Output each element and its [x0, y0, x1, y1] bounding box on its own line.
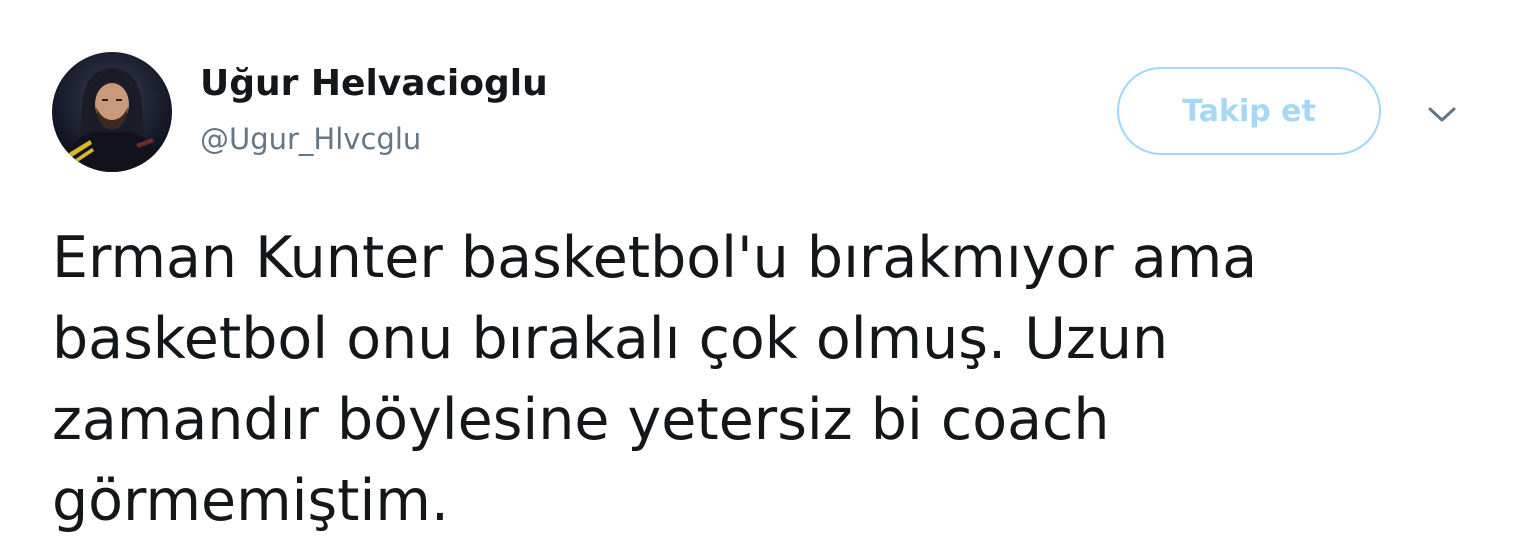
chevron-down-icon[interactable]: [1424, 96, 1460, 132]
avatar-photo-icon: [52, 52, 172, 172]
tweet-text: Erman Kunter basketbol'u bırakmıyor ama …: [52, 218, 1382, 542]
avatar[interactable]: [52, 52, 172, 172]
tweet-text-line: zamandır böylesine yetersiz bi coach: [52, 387, 1110, 453]
tweet-card: Uğur Helvacioglu @Ugur_Hlvcglu Takip et …: [0, 0, 1525, 555]
tweet-text-line: basketbol onu bırakalı çok olmuş. Uzun: [52, 306, 1169, 372]
author-handle[interactable]: @Ugur_Hlvcglu: [200, 119, 421, 159]
tweet-text-line: görmemiştim.: [52, 468, 449, 534]
follow-button[interactable]: Takip et: [1117, 67, 1381, 155]
tweet-text-line: Erman Kunter basketbol'u bırakmıyor ama: [52, 225, 1258, 291]
author-fullname[interactable]: Uğur Helvacioglu: [200, 60, 548, 108]
